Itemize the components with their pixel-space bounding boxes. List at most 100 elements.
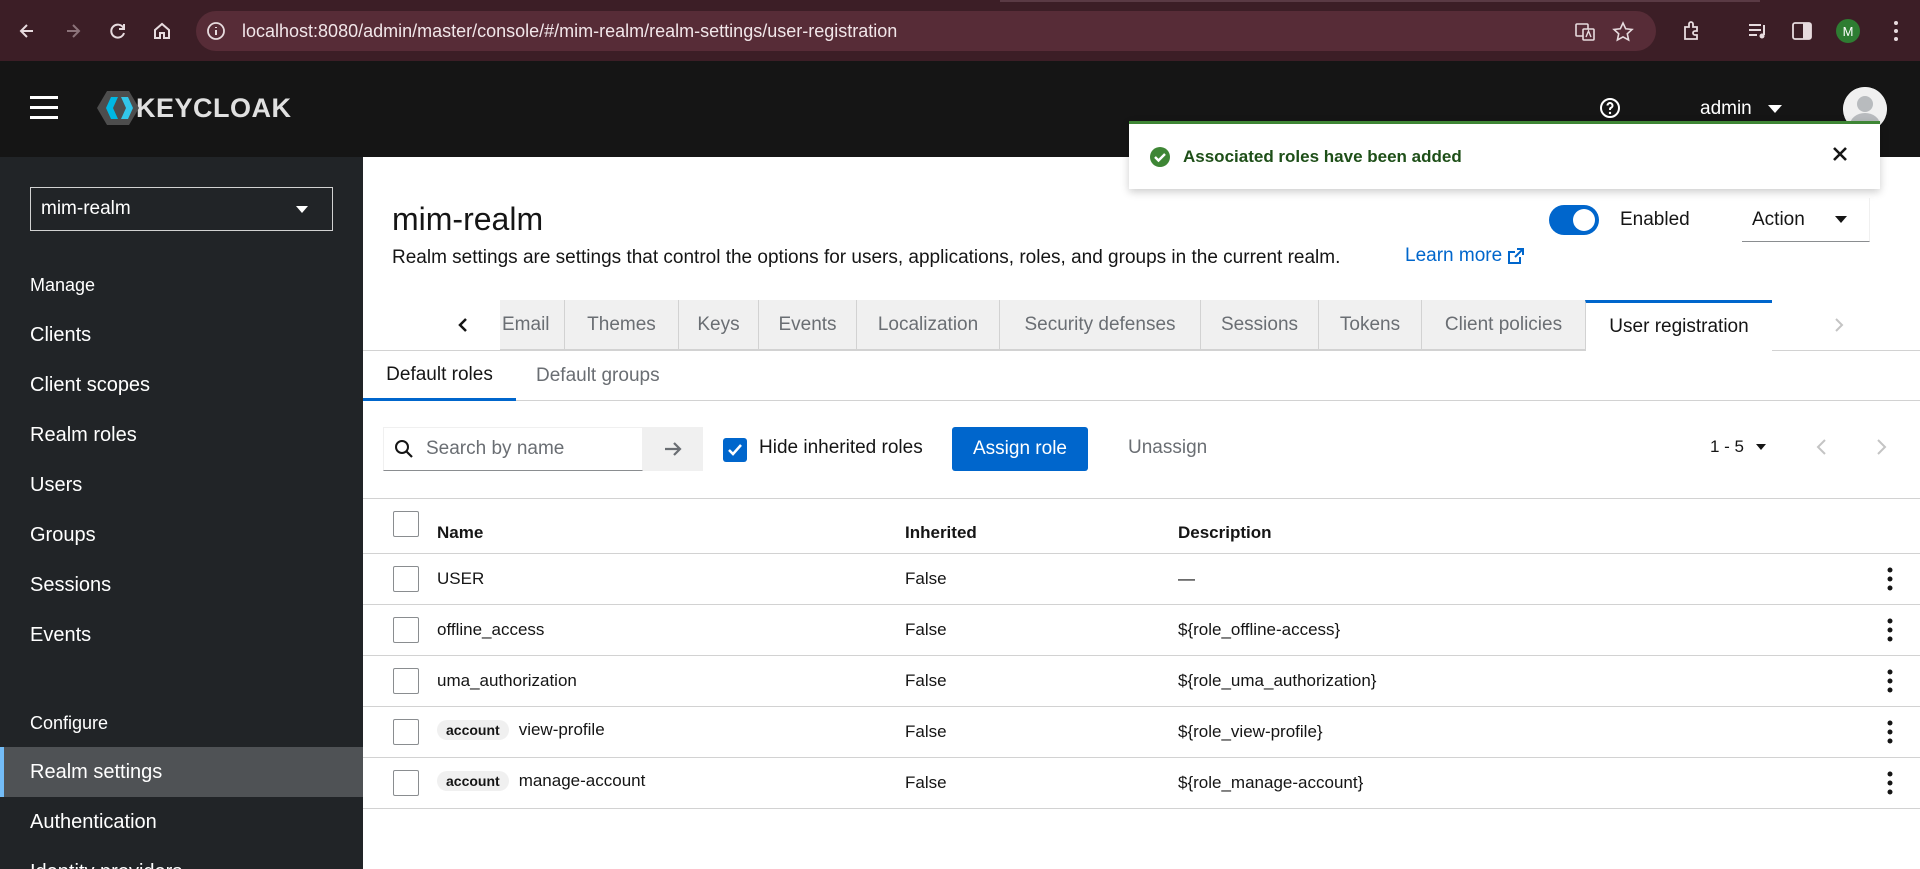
inherited-value: False: [905, 671, 947, 690]
check-circle-icon: [1150, 147, 1170, 167]
address-bar[interactable]: localhost:8080/admin/master/console/#/mi…: [196, 11, 1656, 51]
tab-keys[interactable]: Keys: [678, 300, 758, 350]
tab-client-policies[interactable]: Client policies: [1421, 300, 1585, 350]
row-actions-kebab-icon[interactable]: [1887, 720, 1893, 744]
nav-section-configure: Configure: [30, 713, 109, 733]
media-controls-icon[interactable]: [1746, 19, 1770, 43]
search-icon: [395, 440, 413, 458]
row-checkbox[interactable]: [393, 668, 419, 694]
help-icon[interactable]: [1599, 97, 1621, 119]
next-page-icon[interactable]: [1871, 436, 1891, 458]
keycloak-mark-icon: [97, 91, 139, 125]
tab-scroll-left-icon[interactable]: [443, 300, 483, 350]
realm-selector-label: mim-realm: [41, 198, 131, 219]
table-row: USER False —: [363, 554, 1920, 605]
main-content: mim-realm Realm settings are settings th…: [363, 157, 1920, 869]
column-header-name[interactable]: Name: [437, 523, 483, 543]
external-link-icon: [1508, 248, 1525, 264]
side-panel-icon[interactable]: [1790, 19, 1814, 43]
realm-selector[interactable]: mim-realm: [30, 187, 333, 231]
sidebar-item-realm-roles[interactable]: Realm roles: [0, 410, 363, 460]
sidebar-item-groups[interactable]: Groups: [0, 510, 363, 560]
description-value: ${role_uma_authorization}: [1178, 671, 1377, 690]
sidebar-item-client-scopes[interactable]: Client scopes: [0, 360, 363, 410]
action-dropdown-label: Action: [1752, 208, 1805, 230]
sidebar-item-identity-providers[interactable]: Identity providers: [0, 847, 363, 869]
select-all-checkbox[interactable]: [393, 511, 419, 537]
inherited-value: False: [905, 620, 947, 639]
sidebar-item-events[interactable]: Events: [0, 610, 363, 660]
back-icon[interactable]: [12, 16, 42, 46]
extensions-icon[interactable]: [1680, 19, 1704, 43]
previous-page-icon[interactable]: [1812, 436, 1832, 458]
sub-tabs: Default roles Default groups: [363, 351, 1920, 401]
tab-events[interactable]: Events: [758, 300, 856, 350]
tab-user-registration[interactable]: User registration: [1585, 300, 1772, 351]
row-actions-kebab-icon[interactable]: [1887, 618, 1893, 642]
row-checkbox[interactable]: [393, 617, 419, 643]
table-row: uma_authorization False ${role_uma_autho…: [363, 656, 1920, 707]
sidebar-item-realm-settings[interactable]: Realm settings: [0, 747, 363, 797]
action-dropdown[interactable]: Action: [1742, 198, 1870, 242]
site-info-icon[interactable]: [206, 21, 226, 41]
search-submit-button[interactable]: [643, 427, 703, 471]
username: admin: [1700, 98, 1752, 119]
description-value: ${role_view-profile}: [1178, 722, 1323, 741]
pagination-toggle[interactable]: 1 - 5: [1710, 437, 1767, 457]
sidebar-item-sessions[interactable]: Sessions: [0, 560, 363, 610]
hide-inherited-label[interactable]: Hide inherited roles: [759, 437, 923, 459]
tab-sessions[interactable]: Sessions: [1200, 300, 1318, 350]
subtab-default-roles[interactable]: Default roles: [363, 351, 516, 401]
tab-email[interactable]: Email: [500, 300, 564, 350]
hamburger-menu-icon[interactable]: [30, 96, 58, 120]
realm-settings-tabs: Email Themes Keys Events Localization Se…: [363, 300, 1920, 351]
row-checkbox[interactable]: [393, 719, 419, 745]
search-input[interactable]: [426, 438, 626, 460]
table-row: account manage-account False ${role_manag…: [363, 758, 1920, 809]
toast-message: Associated roles have been added: [1183, 147, 1462, 166]
tab-scroll-right-icon[interactable]: [1819, 300, 1859, 350]
column-header-inherited: Inherited: [905, 523, 977, 542]
pagination-range: 1 - 5: [1710, 437, 1745, 456]
tab-themes[interactable]: Themes: [564, 300, 678, 350]
user-menu-toggle[interactable]: admin: [1700, 98, 1782, 120]
chevron-down-icon: [1767, 105, 1782, 113]
learn-more-label: Learn more: [1405, 245, 1503, 266]
subtab-default-groups[interactable]: Default groups: [536, 351, 660, 401]
arrow-right-icon: [665, 442, 682, 456]
learn-more-link[interactable]: Learn more: [1405, 245, 1526, 267]
inherited-value: False: [905, 569, 947, 588]
nav-section-manage: Manage: [30, 275, 96, 295]
forward-icon[interactable]: [58, 16, 88, 46]
role-name: uma_authorization: [437, 671, 577, 690]
row-actions-kebab-icon[interactable]: [1887, 771, 1893, 795]
role-name: USER: [437, 569, 485, 588]
row-actions-kebab-icon[interactable]: [1887, 567, 1893, 591]
bookmark-star-icon[interactable]: [1612, 21, 1634, 43]
client-badge: account: [437, 771, 509, 791]
sidebar: mim-realm Manage Clients Client scopes R…: [0, 157, 363, 869]
hide-inherited-checkbox[interactable]: [723, 438, 747, 462]
close-icon[interactable]: [1830, 144, 1850, 164]
translate-icon[interactable]: [1574, 21, 1596, 43]
browser-menu-icon[interactable]: [1892, 19, 1900, 43]
sidebar-item-clients[interactable]: Clients: [0, 310, 363, 360]
row-checkbox[interactable]: [393, 566, 419, 592]
row-actions-kebab-icon[interactable]: [1887, 669, 1893, 693]
role-name: offline_access: [437, 620, 545, 639]
unassign-button[interactable]: Unassign: [1128, 437, 1207, 459]
sidebar-item-users[interactable]: Users: [0, 460, 363, 510]
browser-profile-avatar[interactable]: M: [1836, 19, 1860, 43]
tab-tokens[interactable]: Tokens: [1318, 300, 1421, 350]
row-checkbox[interactable]: [393, 770, 419, 796]
assign-role-button[interactable]: Assign role: [952, 427, 1088, 471]
keycloak-logo[interactable]: KEYCLOAK: [96, 88, 292, 128]
tab-localization[interactable]: Localization: [856, 300, 999, 350]
column-header-description: Description: [1178, 523, 1272, 542]
table-header: Name Inherited Description: [363, 499, 1920, 554]
realm-enabled-toggle[interactable]: [1549, 205, 1599, 235]
sidebar-item-authentication[interactable]: Authentication: [0, 797, 363, 847]
reload-icon[interactable]: [103, 16, 133, 46]
home-icon[interactable]: [147, 16, 177, 46]
tab-security-defenses[interactable]: Security defenses: [999, 300, 1200, 350]
